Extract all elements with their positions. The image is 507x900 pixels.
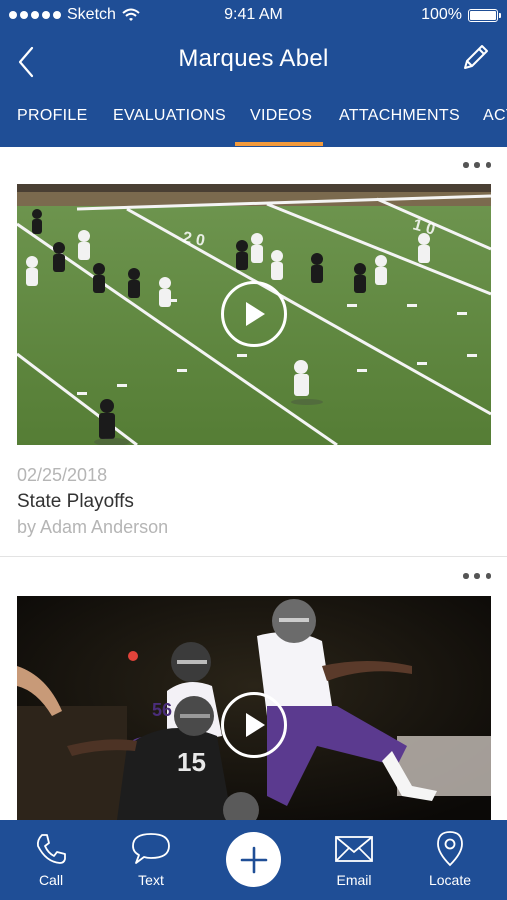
page-title: Marques Abel <box>178 45 329 72</box>
battery-label: 100% <box>421 6 462 23</box>
tab-activity[interactable]: ACT <box>483 107 507 125</box>
text-button[interactable]: Text <box>106 820 196 900</box>
tab-videos[interactable]: VIDEOS <box>250 107 312 125</box>
email-button[interactable]: Email <box>309 820 399 900</box>
bottom-action-bar: Call Text Email Locate <box>0 820 507 900</box>
video-date: 02/25/2018 <box>17 465 108 485</box>
locate-label: Locate <box>428 872 472 888</box>
play-button[interactable] <box>221 692 287 758</box>
text-label: Text <box>138 872 164 888</box>
tab-evaluations[interactable]: EVALUATIONS <box>113 107 226 125</box>
videos-list: 2 0 1 0 02/25/2018 State Playoffs by Ada… <box>0 147 507 820</box>
status-bar: Sketch 9:41 AM 100% <box>0 0 507 32</box>
pencil-icon <box>464 45 488 69</box>
battery-indicator: 100% <box>421 6 501 24</box>
tab-attachments[interactable]: ATTACHMENTS <box>339 107 460 125</box>
jersey-number: 15 <box>177 747 206 777</box>
video-thumbnail[interactable]: 56 15 <box>17 596 491 820</box>
top-app-bar: Sketch 9:41 AM 100% Marques Abel PROFILE… <box>0 0 507 147</box>
play-icon <box>246 302 265 326</box>
video-thumbnail[interactable]: 2 0 1 0 <box>17 184 491 445</box>
play-button[interactable] <box>221 281 287 347</box>
call-button[interactable]: Call <box>6 820 96 900</box>
locate-button[interactable]: Locate <box>405 820 495 900</box>
nav-row: Marques Abel <box>0 36 507 86</box>
envelope-icon <box>335 836 373 862</box>
tab-bar: PROFILE EVALUATIONS VIDEOS ATTACHMENTS A… <box>0 95 507 147</box>
video-card[interactable]: 56 15 <box>0 557 507 820</box>
video-title: State Playoffs <box>17 491 134 512</box>
video-author: by Adam Anderson <box>17 517 169 537</box>
phone-icon <box>36 834 66 864</box>
chat-bubble-icon <box>132 833 170 864</box>
video-card[interactable]: 2 0 1 0 02/25/2018 State Playoffs by Ada… <box>0 147 507 557</box>
jersey-number: 56 <box>152 700 172 720</box>
play-icon <box>246 713 265 737</box>
battery-icon <box>468 8 501 22</box>
plus-icon <box>240 846 267 873</box>
edit-button[interactable] <box>459 40 493 74</box>
add-button[interactable] <box>226 832 281 887</box>
location-pin-icon <box>437 831 463 867</box>
email-label: Email <box>336 872 372 888</box>
call-label: Call <box>38 872 64 888</box>
active-tab-indicator <box>235 142 323 146</box>
more-horizontal-icon[interactable] <box>463 159 491 171</box>
more-horizontal-icon[interactable] <box>463 570 491 582</box>
tab-profile[interactable]: PROFILE <box>17 107 88 125</box>
